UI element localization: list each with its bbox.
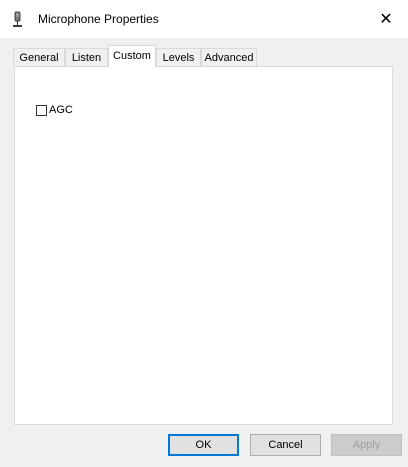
cancel-button[interactable]: Cancel — [250, 434, 321, 456]
tab-advanced[interactable]: Advanced — [201, 48, 257, 66]
custom-tab-panel: AGC — [14, 66, 393, 425]
agc-option[interactable]: AGC — [36, 104, 73, 116]
tab-general[interactable]: General — [13, 48, 65, 66]
agc-checkbox[interactable] — [36, 104, 47, 116]
agc-label[interactable]: AGC — [49, 104, 73, 116]
apply-button[interactable]: Apply — [331, 434, 402, 456]
ok-button[interactable]: OK — [168, 434, 239, 456]
tab-custom[interactable]: Custom — [108, 45, 156, 68]
close-icon: ✕ — [379, 11, 393, 28]
title-bar: Microphone Properties ✕ — [0, 0, 408, 38]
window-title: Microphone Properties — [38, 12, 159, 26]
tab-levels[interactable]: Levels — [156, 48, 201, 66]
microphone-icon — [10, 11, 26, 29]
tab-listen[interactable]: Listen — [65, 48, 108, 66]
close-button[interactable]: ✕ — [364, 0, 408, 38]
